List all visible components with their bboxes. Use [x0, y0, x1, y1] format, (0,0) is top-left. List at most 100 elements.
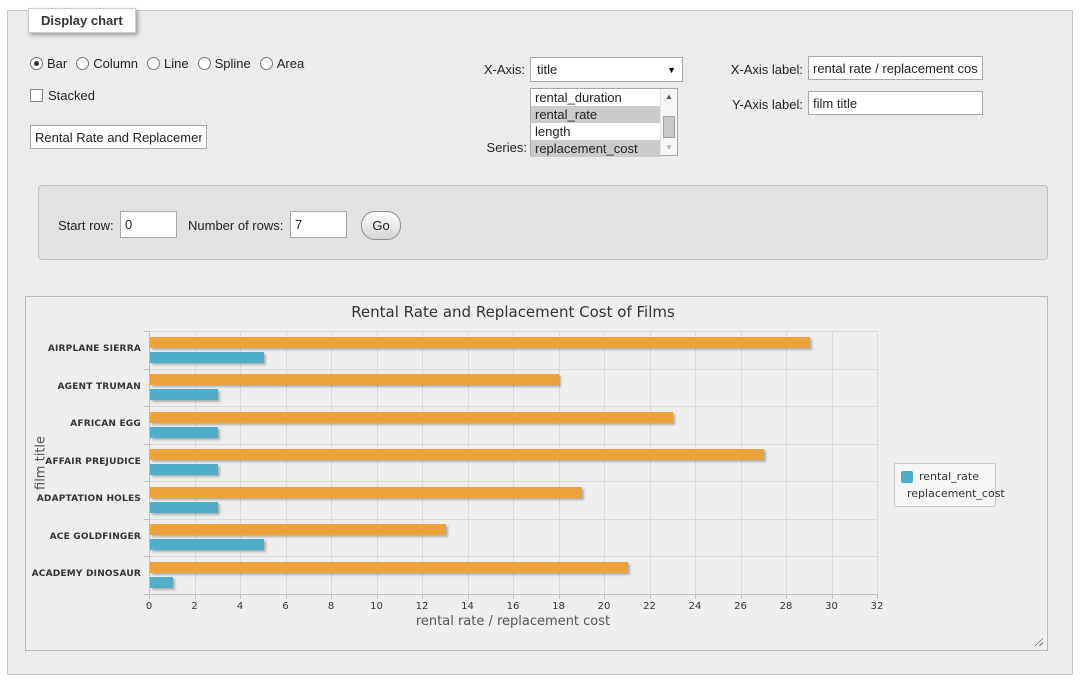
x-tick-label: 24 — [680, 601, 710, 612]
radio-icon[interactable] — [198, 57, 211, 70]
grid-line-v — [468, 331, 469, 594]
series-option-replacement_cost[interactable]: replacement_cost — [531, 140, 661, 157]
chart-type-label: Line — [164, 56, 189, 71]
category-label: ADAPTATION HOLES — [26, 494, 141, 504]
grid-line-v — [695, 331, 696, 594]
legend-label: replacement_cost — [907, 487, 1005, 500]
y-tick-mark — [144, 556, 149, 557]
fieldset-legend: Display chart — [28, 8, 136, 33]
number-of-rows-input[interactable] — [290, 211, 347, 238]
x-tick-label: 10 — [362, 601, 392, 612]
chart-type-bar[interactable]: Bar — [30, 56, 67, 71]
bar-replacement_cost[interactable] — [150, 487, 582, 498]
series-options: rental_durationrental_ratelengthreplacem… — [531, 89, 677, 157]
bar-replacement_cost[interactable] — [150, 412, 673, 423]
radio-icon[interactable] — [30, 57, 43, 70]
x-axis-select[interactable]: title ▼ — [530, 57, 683, 82]
start-row-label: Start row: — [58, 218, 118, 233]
x-tick-label: 6 — [271, 601, 301, 612]
dropdown-arrow-icon: ▼ — [667, 65, 676, 75]
x-axis-label-label: X-Axis label: — [700, 62, 803, 77]
x-tick-label: 26 — [726, 601, 756, 612]
chart-title-input[interactable] — [30, 125, 207, 149]
bar-replacement_cost[interactable] — [150, 449, 764, 460]
radio-icon[interactable] — [260, 57, 273, 70]
bar-rental_rate[interactable] — [150, 427, 218, 438]
series-option-rental_duration[interactable]: rental_duration — [531, 89, 661, 106]
x-tick-mark — [877, 594, 878, 599]
grid-line-v — [832, 331, 833, 594]
chart-panel: Rental Rate and Replacement Cost of Film… — [25, 296, 1048, 651]
x-axis-label-input[interactable] — [808, 56, 983, 80]
x-axis-selected-value: title — [537, 62, 667, 77]
bar-rental_rate[interactable] — [150, 502, 218, 513]
checkbox-icon[interactable] — [30, 89, 43, 102]
x-tick-label: 0 — [134, 601, 164, 612]
legend-item-replacement_cost[interactable]: replacement_cost — [901, 487, 989, 500]
radio-icon[interactable] — [147, 57, 160, 70]
series-select[interactable]: rental_durationrental_ratelengthreplacem… — [530, 88, 678, 156]
x-axis-title: rental rate / replacement cost — [149, 614, 877, 629]
grid-line-v — [195, 331, 196, 594]
y-axis-label-label: Y-Axis label: — [700, 97, 803, 112]
grid-line-v — [741, 331, 742, 594]
scrollbar-thumb[interactable] — [663, 116, 675, 138]
go-button[interactable]: Go — [361, 211, 401, 240]
x-tick-label: 8 — [316, 601, 346, 612]
number-of-rows-label: Number of rows: — [188, 218, 286, 233]
legend-item-rental_rate[interactable]: rental_rate — [901, 470, 989, 483]
stacked-label: Stacked — [48, 88, 95, 103]
series-option-length[interactable]: length — [531, 123, 661, 140]
chart-type-line[interactable]: Line — [147, 56, 189, 71]
radio-icon[interactable] — [76, 57, 89, 70]
legend-marker-icon — [901, 471, 913, 483]
x-tick-label: 4 — [225, 601, 255, 612]
chart-legend: rental_rate replacement_cost — [894, 463, 996, 507]
bar-rental_rate[interactable] — [150, 352, 264, 363]
grid-line-v — [331, 331, 332, 594]
bar-replacement_cost[interactable] — [150, 337, 810, 348]
bar-rental_rate[interactable] — [150, 389, 218, 400]
start-row-input[interactable] — [120, 211, 177, 238]
series-scrollbar[interactable]: ▲ ▼ — [660, 89, 677, 155]
chart-type-spline[interactable]: Spline — [198, 56, 251, 71]
x-tick-label: 14 — [453, 601, 483, 612]
y-tick-mark — [144, 444, 149, 445]
category-label: AFFAIR PREJUDICE — [26, 457, 141, 467]
bar-rental_rate[interactable] — [150, 539, 264, 550]
x-tick-label: 2 — [180, 601, 210, 612]
category-label: ACE GOLDFINGER — [26, 532, 141, 542]
page: Display chart Bar Column Line Spline Area St… — [0, 0, 1081, 681]
series-option-rental_rate[interactable]: rental_rate — [531, 106, 661, 123]
bar-replacement_cost[interactable] — [150, 524, 446, 535]
chart-type-label: Column — [93, 56, 138, 71]
chart-type-label: Area — [277, 56, 304, 71]
y-tick-mark — [144, 519, 149, 520]
legend-label: rental_rate — [919, 470, 979, 483]
bar-rental_rate[interactable] — [150, 577, 173, 588]
grid-line-v — [513, 331, 514, 594]
bar-replacement_cost[interactable] — [150, 374, 559, 385]
x-tick-label: 28 — [771, 601, 801, 612]
bar-replacement_cost[interactable] — [150, 562, 628, 573]
bar-rental_rate[interactable] — [150, 464, 218, 475]
x-tick-label: 30 — [817, 601, 847, 612]
grid-line-v — [786, 331, 787, 594]
y-axis-label-input[interactable] — [808, 91, 983, 115]
grid-line-v — [422, 331, 423, 594]
y-tick-mark — [144, 406, 149, 407]
chart-title: Rental Rate and Replacement Cost of Film… — [149, 303, 877, 321]
x-tick-label: 20 — [589, 601, 619, 612]
series-select-label: Series: — [432, 140, 527, 155]
chart-type-options: Bar Column Line Spline Area — [30, 56, 304, 71]
grid-line-v — [286, 331, 287, 594]
chart-type-area[interactable]: Area — [260, 56, 304, 71]
x-axis-line — [149, 594, 877, 595]
scroll-up-icon[interactable]: ▲ — [661, 89, 677, 104]
grid-line-v — [240, 331, 241, 594]
x-tick-label: 32 — [862, 601, 892, 612]
chart-type-column[interactable]: Column — [76, 56, 138, 71]
chart-type-label: Bar — [47, 56, 67, 71]
scroll-down-icon[interactable]: ▼ — [661, 140, 677, 155]
stacked-option[interactable]: Stacked — [30, 88, 95, 103]
